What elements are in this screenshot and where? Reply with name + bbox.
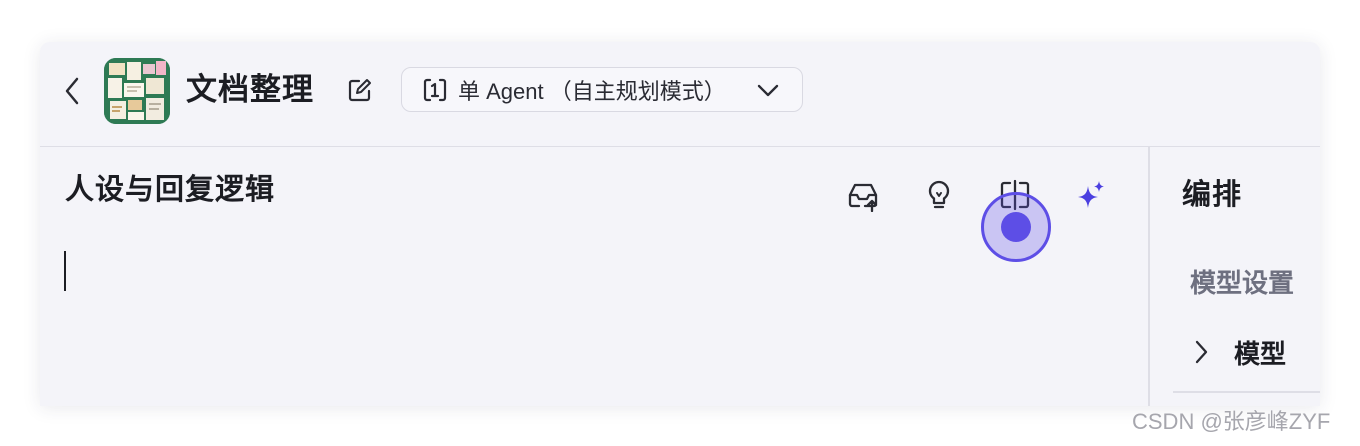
edit-icon [348,79,371,102]
sidebar-divider [1173,391,1320,393]
import-button[interactable] [846,178,880,212]
header-bar: 文档整理 单 Agent （自主规划模式） [40,42,1320,147]
edit-title-button[interactable] [346,76,374,104]
persona-section-title: 人设与回复逻辑 [65,174,276,206]
click-indicator-dot [1001,212,1031,242]
chevron-left-icon [65,77,79,105]
back-button[interactable] [62,76,82,106]
agent-mode-select[interactable]: 单 Agent （自主规划模式） [401,67,803,112]
lightbulb-icon [928,180,950,209]
agent-mode-value: 单 Agent （自主规划模式） [458,78,726,104]
agent-mode-icon [422,77,448,103]
tips-button[interactable] [922,178,956,212]
sidebar-item-model[interactable]: 模型 [1192,332,1286,372]
sidebar-item-label: 模型 [1234,338,1287,369]
click-indicator [981,192,1051,262]
ai-sparkle-icon [1078,181,1104,208]
sidebar-title: 编排 [1182,179,1243,211]
watermark-text: CSDN @张彦峰ZYF [1132,409,1331,434]
ai-optimize-button[interactable] [1074,178,1108,212]
app-panel: 文档整理 单 Agent （自主规划模式） 人设与回复逻辑 编排 模型设置 模型 [40,42,1320,406]
panel-divider [1148,146,1150,406]
text-caret [64,251,66,291]
persona-editor[interactable] [64,242,1124,392]
chevron-right-icon [1192,337,1214,367]
model-settings-label: 模型设置 [1190,268,1295,298]
app-logo [104,58,170,124]
chevron-down-icon [756,79,780,101]
app-title: 文档整理 [186,72,314,107]
inbox-upload-icon [848,183,878,212]
